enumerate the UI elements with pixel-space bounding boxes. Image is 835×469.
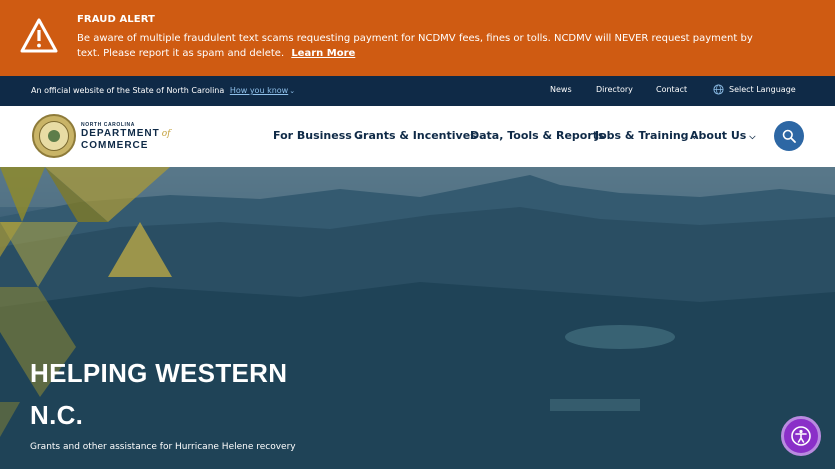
chevron-down-icon: ⌄ <box>289 87 296 95</box>
nav-grants-label: Grants & Incentives <box>354 129 477 142</box>
alert-title: FRAUD ALERT <box>77 14 155 25</box>
nav-for-business-label: For Business <box>273 129 352 142</box>
language-selector[interactable]: Select Language <box>713 84 796 95</box>
site-header: NORTH CAROLINA DEPARTMENT of COMMERCE For… <box>0 106 835 167</box>
fraud-alert-banner: FRAUD ALERT Be aware of multiple fraudul… <box>0 0 835 76</box>
globe-icon <box>713 84 724 95</box>
warning-icon <box>20 18 58 53</box>
nav-jobs-label: Jobs & Training <box>595 129 689 142</box>
brand-line2: COMMERCE <box>81 140 149 151</box>
nav-data-label: Data, Tools & Reports <box>470 129 605 142</box>
language-label: Select Language <box>729 85 796 94</box>
brand-line1: DEPARTMENT of <box>81 128 170 140</box>
hero-banner: HELPING WESTERN N.C. Grants and other as… <box>0 167 835 469</box>
hero-clearing <box>565 325 675 349</box>
learn-more-link[interactable]: Learn More <box>291 48 355 59</box>
search-button[interactable] <box>774 121 804 151</box>
seal-inner <box>39 121 69 151</box>
news-link[interactable]: News <box>550 85 572 94</box>
nav-jobs-training[interactable]: Jobs & Training ⌵ <box>595 129 698 142</box>
brand-of: of <box>161 129 171 139</box>
contact-link[interactable]: Contact <box>656 85 687 94</box>
nav-grants-incentives[interactable]: Grants & Incentives ⌵ <box>354 129 486 142</box>
how-you-know-label: How you know <box>229 86 289 95</box>
state-seal-logo[interactable] <box>32 114 76 158</box>
department-wordmark[interactable]: NORTH CAROLINA DEPARTMENT of COMMERCE <box>81 122 170 151</box>
utility-bar: An official website of the State of Nort… <box>0 76 835 106</box>
search-icon <box>782 129 796 143</box>
nav-for-business[interactable]: For Business ⌵ <box>273 129 361 142</box>
hero-subtitle[interactable]: Grants and other assistance for Hurrican… <box>30 442 296 452</box>
accessibility-icon <box>791 426 811 446</box>
brand-department: DEPARTMENT <box>81 128 160 139</box>
chevron-down-icon: ⌵ <box>749 132 756 141</box>
accessibility-widget-button[interactable] <box>781 416 821 456</box>
nav-about-label: About Us <box>690 129 747 142</box>
nav-about-us[interactable]: About Us ⌵ <box>690 129 755 142</box>
alert-message: Be aware of multiple fraudulent text sca… <box>77 33 753 59</box>
how-you-know-link[interactable]: How you know⌄ <box>230 86 295 95</box>
nav-data-tools-reports[interactable]: Data, Tools & Reports ⌵ <box>470 129 614 142</box>
hero-title: HELPING WESTERN N.C. <box>30 358 288 430</box>
seal-core <box>48 130 60 142</box>
directory-link[interactable]: Directory <box>596 85 633 94</box>
official-site-notice: An official website of the State of Nort… <box>31 86 295 95</box>
alert-message-container: Be aware of multiple fraudulent text sca… <box>77 31 767 61</box>
hero-building <box>550 399 640 411</box>
official-site-text: An official website of the State of Nort… <box>31 86 225 95</box>
